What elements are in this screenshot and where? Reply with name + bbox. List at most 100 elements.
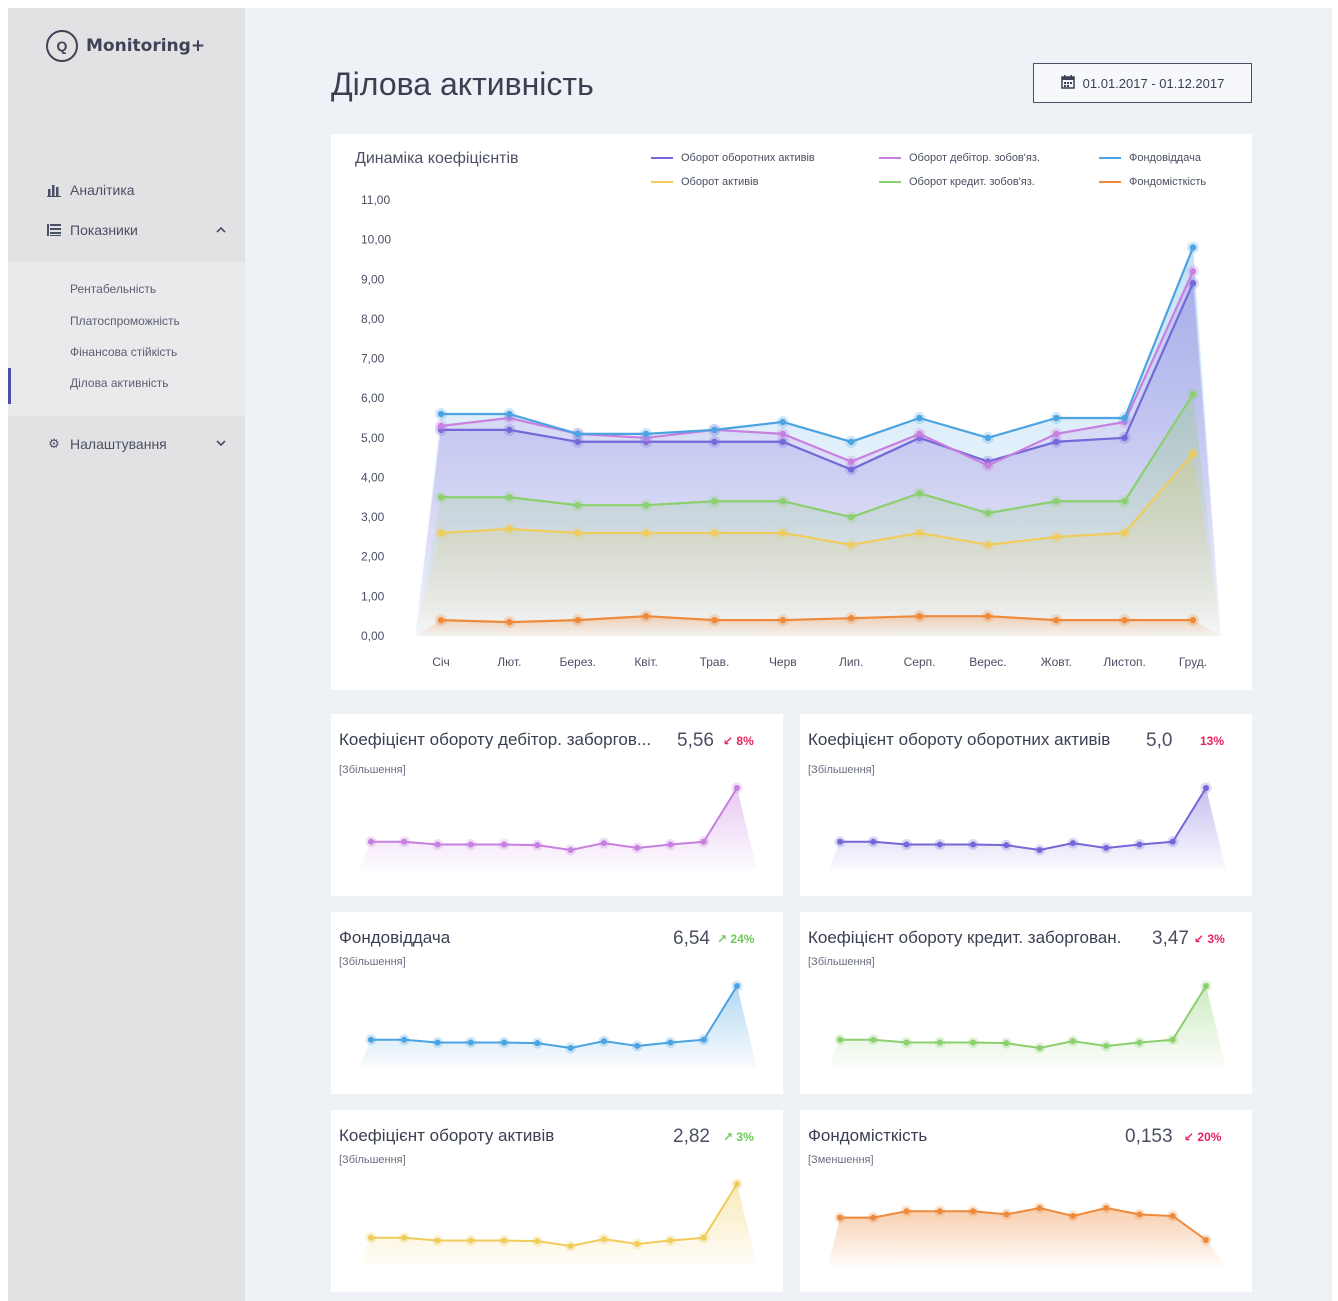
sparkline-point	[600, 840, 607, 847]
sparkline-line	[371, 1183, 738, 1248]
data-point[interactable]	[1121, 616, 1128, 624]
data-point[interactable]	[711, 438, 718, 445]
data-point[interactable]	[847, 438, 855, 445]
date-range-text: 01.01.2017 - 01.12.2017	[1082, 75, 1225, 91]
sparkline-line	[371, 985, 738, 1050]
series-line[interactable]	[441, 247, 1195, 443]
sparkline-point	[567, 1045, 574, 1051]
data-point[interactable]	[779, 616, 787, 624]
sparkline-point	[970, 1208, 977, 1215]
data-point[interactable]	[574, 430, 581, 438]
data-point[interactable]	[506, 525, 513, 533]
data-point[interactable]	[779, 498, 787, 505]
data-point[interactable]	[916, 414, 923, 422]
data-point[interactable]	[437, 616, 445, 624]
data-point[interactable]	[574, 529, 581, 537]
data-point[interactable]	[984, 509, 992, 517]
data-point[interactable]	[847, 458, 855, 465]
data-point[interactable]	[1053, 430, 1060, 438]
data-point[interactable]	[711, 426, 718, 434]
metric-card-capital-intensity[interactable]: Фондомісткість 0,153 ↙ 20% [Зменшення]	[800, 1110, 1252, 1292]
sparkline-point	[1069, 1038, 1076, 1045]
sparkline-point	[936, 841, 943, 848]
x-tick-label: Верес.	[969, 655, 1006, 669]
sparkline-area	[828, 1208, 1226, 1266]
data-point[interactable]	[711, 529, 718, 537]
data-point[interactable]	[984, 462, 992, 469]
data-point[interactable]	[916, 430, 923, 438]
data-point[interactable]	[1189, 616, 1197, 624]
data-point[interactable]	[1189, 450, 1197, 457]
chevron-down-icon[interactable]	[216, 438, 226, 450]
data-point[interactable]	[779, 430, 787, 438]
x-tick-label: Жовт.	[1041, 655, 1072, 669]
chevron-up-icon[interactable]	[216, 224, 226, 236]
sparkline-point	[1003, 1211, 1010, 1218]
data-point[interactable]	[437, 529, 445, 537]
logo[interactable]: Q Monitoring+	[46, 30, 205, 62]
metric-card-receivables[interactable]: Коефіцієнт обороту дебітор. заборгов... …	[331, 714, 783, 896]
data-point[interactable]	[1053, 533, 1060, 541]
date-range-picker[interactable]: 01.01.2017 - 01.12.2017	[1033, 63, 1252, 103]
data-point[interactable]	[1121, 498, 1128, 505]
sparkline-point	[837, 838, 843, 845]
data-point[interactable]	[574, 616, 581, 624]
metric-card-assets-turnover[interactable]: Коефіцієнт обороту активів 2,82 ↗ 3% [Зб…	[331, 1110, 783, 1292]
data-point[interactable]	[1053, 498, 1060, 505]
data-point[interactable]	[984, 434, 992, 442]
data-point[interactable]	[437, 422, 445, 430]
data-point[interactable]	[984, 541, 992, 549]
data-point[interactable]	[847, 614, 855, 622]
data-point[interactable]	[779, 529, 787, 537]
data-point[interactable]	[1189, 244, 1197, 251]
submenu-item-financial-stability[interactable]: Фінансова стійкість	[70, 345, 177, 359]
data-point[interactable]	[642, 529, 650, 537]
data-point[interactable]	[506, 426, 513, 434]
data-point[interactable]	[642, 612, 650, 620]
data-point[interactable]	[1121, 529, 1128, 537]
x-tick-label: Черв	[769, 655, 797, 669]
coefficients-chart-card: Динаміка коефіцієнтів Оборот оборотних а…	[331, 134, 1252, 690]
metric-card-payables[interactable]: Коефіцієнт обороту кредит. заборгован. 3…	[800, 912, 1252, 1094]
sparkline-point	[567, 1243, 574, 1249]
sparkline-point	[634, 844, 641, 851]
data-point[interactable]	[847, 513, 855, 521]
data-point[interactable]	[847, 541, 855, 549]
nav-item-settings[interactable]: ⚙ Налаштування	[46, 436, 226, 452]
data-point[interactable]	[711, 498, 718, 505]
data-point[interactable]	[916, 612, 923, 620]
data-point[interactable]	[1189, 391, 1197, 398]
data-point[interactable]	[437, 494, 445, 501]
submenu-item-profitability[interactable]: Рентабельність	[70, 282, 156, 296]
data-point[interactable]	[642, 502, 650, 509]
submenu-item-business-activity[interactable]: Ділова активність	[70, 376, 169, 390]
sparkline-point	[634, 1240, 641, 1247]
data-point[interactable]	[1053, 414, 1060, 422]
data-point[interactable]	[1121, 434, 1128, 442]
data-point[interactable]	[506, 410, 513, 418]
submenu-item-solvency[interactable]: Платоспроможність	[70, 314, 180, 328]
data-point[interactable]	[1121, 414, 1128, 422]
x-tick-label: Берез.	[559, 655, 595, 669]
data-point[interactable]	[642, 430, 650, 438]
sparkline-point	[1036, 1045, 1043, 1051]
data-point[interactable]	[916, 490, 923, 497]
data-point[interactable]	[984, 612, 992, 620]
data-point[interactable]	[574, 502, 581, 509]
data-point[interactable]	[506, 494, 513, 501]
sparkline-point	[1169, 1213, 1176, 1219]
data-point[interactable]	[916, 529, 923, 537]
data-point[interactable]	[437, 410, 445, 418]
data-point[interactable]	[1053, 616, 1060, 624]
metric-card-current-assets[interactable]: Коефіцієнт обороту оборотних активів 5,0…	[800, 714, 1252, 896]
data-point[interactable]	[506, 618, 513, 626]
metric-card-capital-productivity[interactable]: Фондовіддача 6,54 ↗ 24% [Збільшення]	[331, 912, 783, 1094]
nav-item-indicators[interactable]: Показники	[46, 222, 226, 238]
data-point[interactable]	[711, 616, 718, 624]
coefficients-line-chart[interactable]: 0,00 1,00 2,00 3,00 4,00 5,00 6,00 7,00 8,00 9,00…	[331, 134, 1252, 690]
data-point[interactable]	[1189, 268, 1197, 275]
data-point[interactable]	[779, 418, 787, 426]
data-point[interactable]	[1189, 280, 1197, 287]
sparkline-point	[534, 1040, 541, 1047]
nav-item-analytics[interactable]: Аналітика	[46, 182, 226, 198]
